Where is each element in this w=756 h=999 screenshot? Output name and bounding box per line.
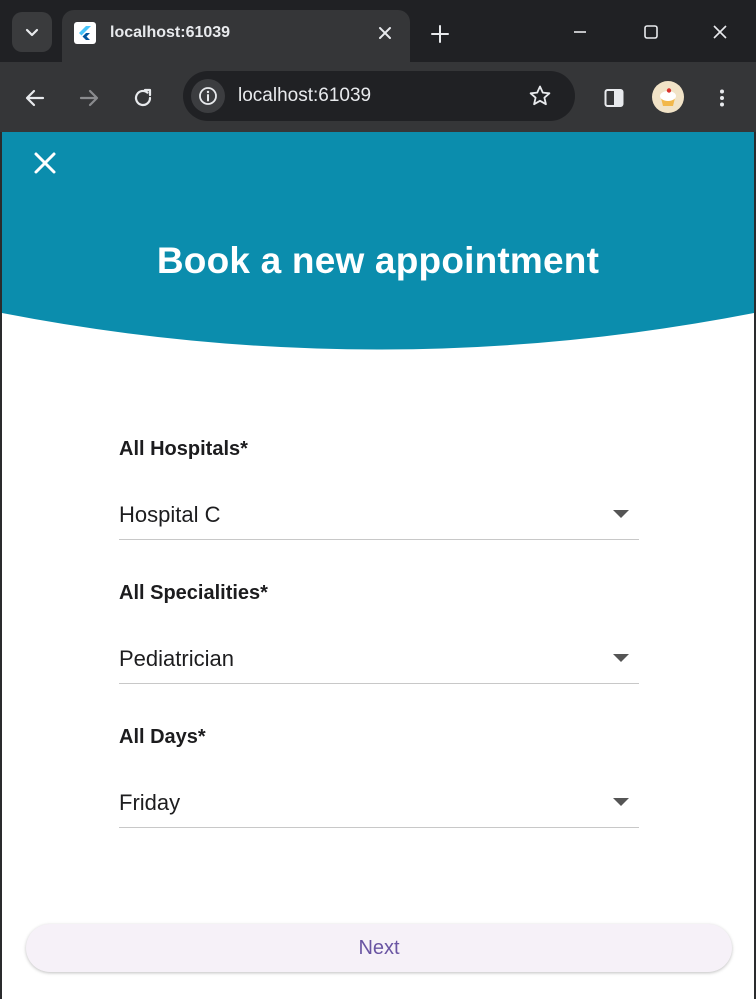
day-label: All Days* bbox=[119, 726, 206, 748]
hospital-field: All Hospitals* Hospital C bbox=[119, 436, 639, 540]
minimize-icon bbox=[574, 31, 586, 33]
window-close-button[interactable] bbox=[697, 12, 743, 52]
day-field: All Days* Friday bbox=[119, 724, 639, 828]
dropdown-arrow-icon bbox=[613, 654, 629, 662]
browser-tab-bar: localhost:61039 bbox=[0, 0, 756, 62]
close-icon bbox=[713, 25, 727, 39]
flutter-icon bbox=[74, 22, 96, 44]
page-header: Book a new appointment bbox=[2, 132, 754, 354]
maximize-icon bbox=[644, 25, 658, 39]
day-dropdown[interactable]: Friday bbox=[119, 788, 639, 828]
chevron-down-icon bbox=[25, 28, 39, 37]
bookmark-star-icon[interactable] bbox=[527, 83, 553, 109]
plus-icon bbox=[431, 25, 449, 43]
browser-toolbar: localhost:61039 bbox=[0, 62, 756, 132]
minimize-button[interactable] bbox=[557, 12, 603, 52]
hospital-label: All Hospitals* bbox=[119, 438, 248, 460]
site-info-icon[interactable] bbox=[191, 79, 225, 113]
tab-search-button[interactable] bbox=[12, 12, 52, 52]
url-text[interactable]: localhost:61039 bbox=[238, 84, 371, 108]
speciality-value: Pediatrician bbox=[119, 646, 234, 671]
close-button[interactable] bbox=[28, 146, 62, 180]
side-panel-icon bbox=[604, 89, 624, 107]
arrow-right-icon bbox=[79, 89, 99, 107]
maximize-button[interactable] bbox=[628, 12, 674, 52]
dropdown-arrow-icon bbox=[613, 510, 629, 518]
close-icon bbox=[34, 152, 56, 174]
close-icon bbox=[379, 27, 391, 39]
hospital-dropdown[interactable]: Hospital C bbox=[119, 500, 639, 540]
day-value: Friday bbox=[119, 790, 181, 815]
more-vert-icon bbox=[720, 89, 724, 107]
reload-button[interactable] bbox=[125, 80, 161, 116]
dropdown-arrow-icon bbox=[613, 798, 629, 806]
hospital-value: Hospital C bbox=[119, 502, 221, 527]
profile-avatar[interactable] bbox=[652, 81, 684, 113]
cupcake-icon bbox=[660, 88, 676, 106]
browser-tab[interactable]: localhost:61039 bbox=[62, 10, 410, 62]
speciality-field: All Specialities* Pediatrician bbox=[119, 580, 639, 684]
next-button[interactable]: Next bbox=[26, 924, 732, 972]
menu-button[interactable] bbox=[704, 80, 740, 116]
app-viewport: Book a new appointment All Hospitals* Ho… bbox=[0, 132, 756, 999]
tab-title: localhost:61039 bbox=[110, 24, 231, 41]
tab-close-button[interactable] bbox=[374, 22, 396, 44]
forward-button[interactable] bbox=[71, 80, 107, 116]
reload-icon bbox=[134, 88, 152, 107]
new-tab-button[interactable] bbox=[426, 20, 454, 48]
side-panel-button[interactable] bbox=[596, 80, 632, 116]
page-title: Book a new appointment bbox=[156, 240, 600, 281]
back-button[interactable] bbox=[17, 80, 53, 116]
speciality-label: All Specialities* bbox=[119, 582, 268, 604]
address-bar[interactable]: localhost:61039 bbox=[183, 71, 575, 121]
arrow-left-icon bbox=[25, 89, 45, 107]
speciality-dropdown[interactable]: Pediatrician bbox=[119, 644, 639, 684]
